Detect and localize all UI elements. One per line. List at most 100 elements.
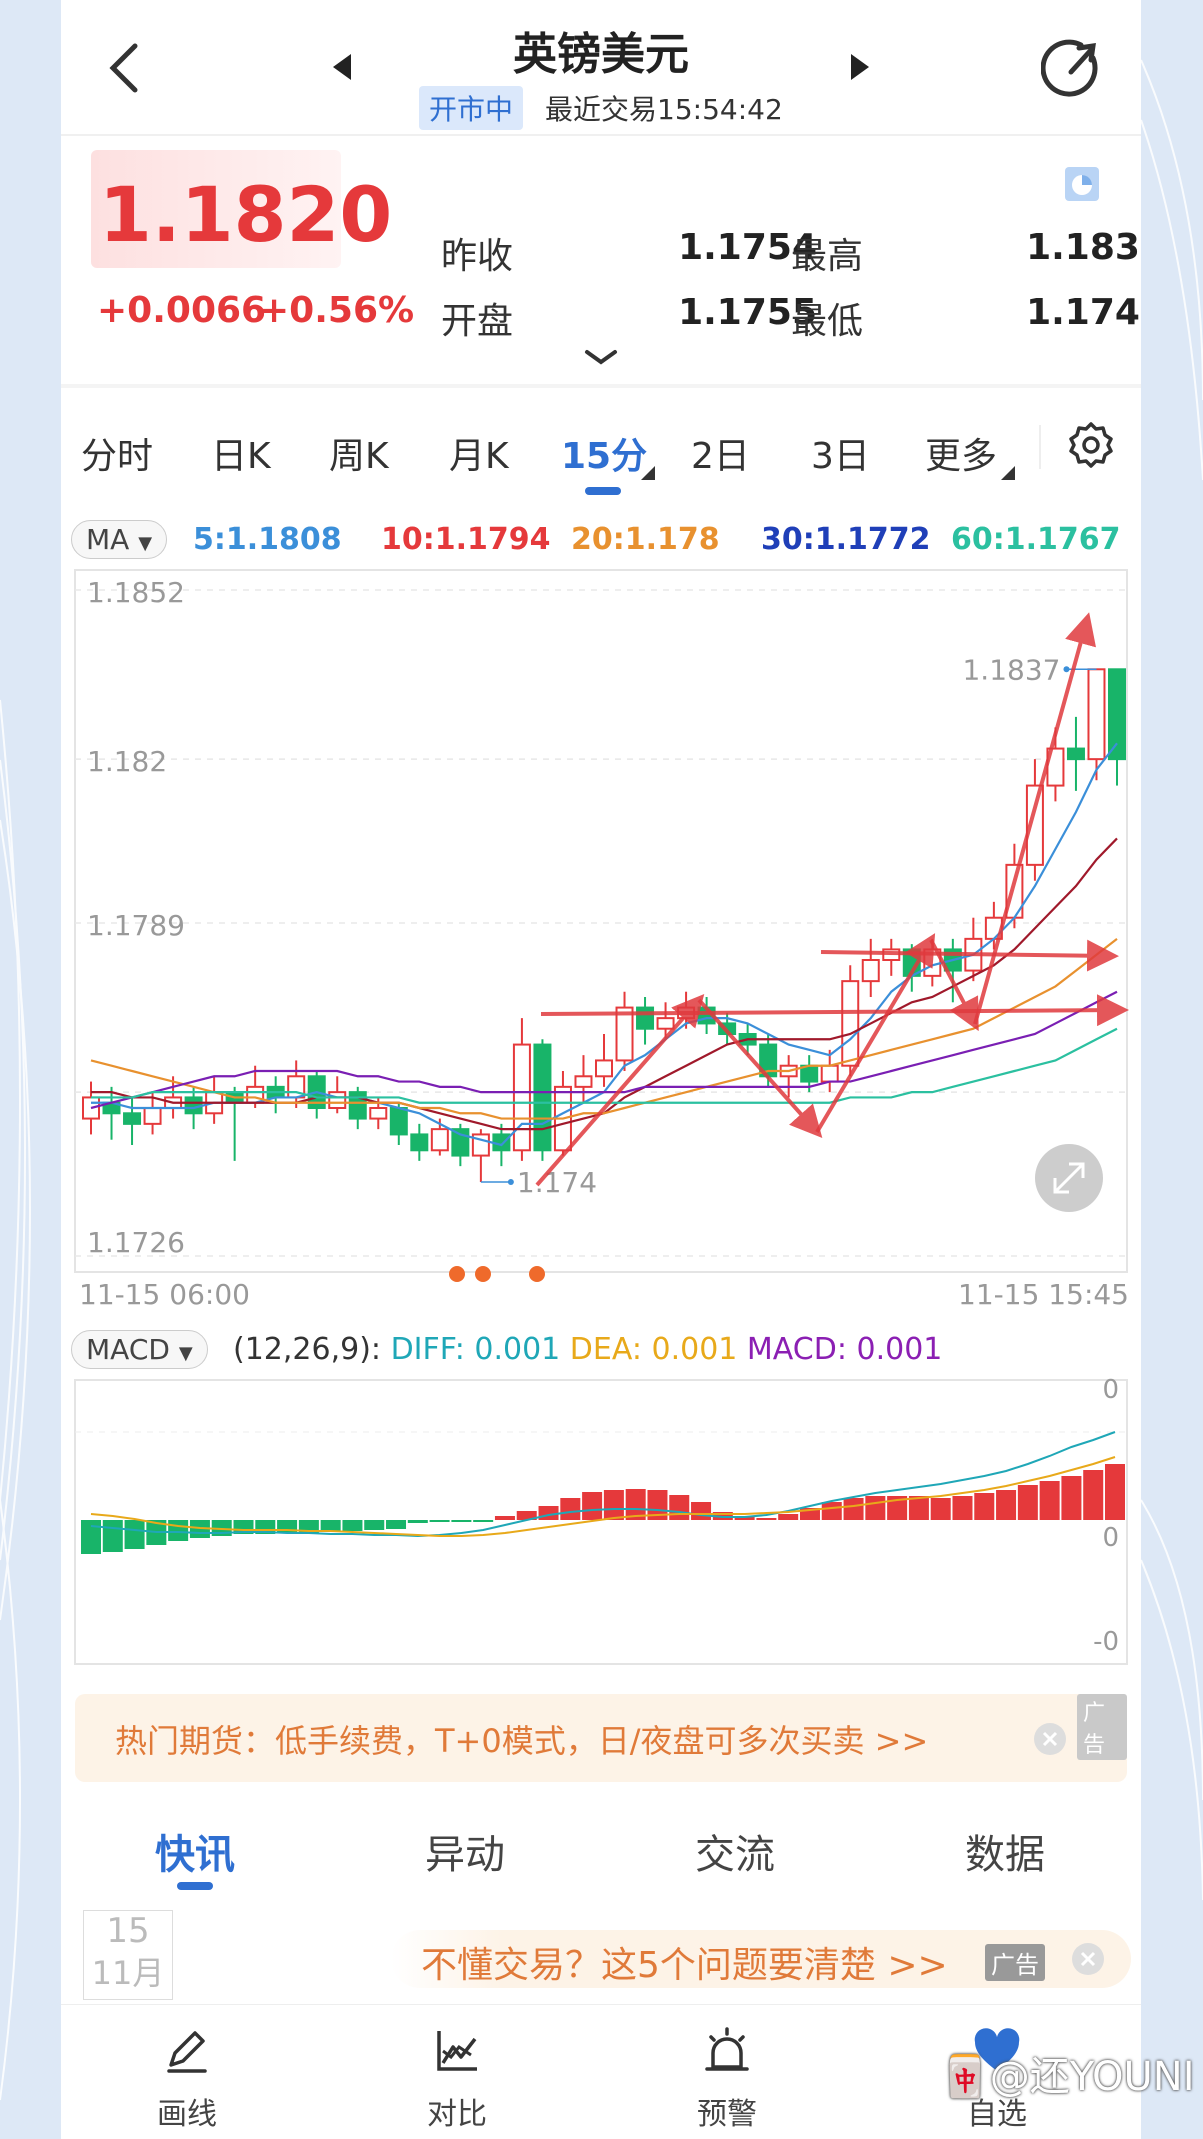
ma-selector-label: MA — [86, 523, 130, 556]
candle-body — [861, 959, 880, 983]
tab-news-flash[interactable]: 快讯 — [155, 1822, 235, 1880]
high-label: 最高 — [791, 236, 864, 277]
macd-bar — [386, 1520, 407, 1529]
chevron-down-icon[interactable] — [583, 348, 619, 368]
macd-selector[interactable]: MACD ▼ — [71, 1330, 208, 1369]
tab-dropdown-icon — [641, 466, 655, 480]
macd-dea-value: DEA: 0.001 — [569, 1332, 738, 1367]
y-tick-label: 1.1726 — [87, 1226, 185, 1259]
pie-chart-icon[interactable] — [1064, 166, 1100, 202]
gear-icon[interactable] — [1067, 421, 1115, 469]
caret-down-icon: ▼ — [138, 533, 153, 554]
candle-body — [841, 980, 860, 1067]
ad-text: 不懂交易？这5个问题要清楚 >> — [421, 1945, 948, 1986]
ma-selector[interactable]: MA ▼ — [71, 520, 168, 559]
y-tick-label: 1.1789 — [87, 909, 185, 942]
macd-bar — [821, 1502, 842, 1520]
page-title: 英镑美元 — [513, 29, 689, 80]
caret-down-icon: ▼ — [178, 1343, 193, 1364]
prev-close-label: 昨收 — [441, 236, 514, 277]
high-price-label: 1.1837 — [962, 653, 1060, 686]
macd-bar — [429, 1520, 450, 1522]
tab-data[interactable]: 数据 — [965, 1822, 1045, 1880]
candle-body — [492, 1133, 511, 1152]
compare-button[interactable]: 对比 — [387, 2025, 527, 2133]
close-icon[interactable] — [1033, 1722, 1067, 1756]
macd-tick-label: -0 — [1093, 1627, 1119, 1657]
macd-bar — [1105, 1464, 1125, 1520]
market-status-badge: 开市中 — [419, 86, 524, 130]
macd-tick-label: 0 — [1102, 1375, 1119, 1405]
ad-banner-trading-tips[interactable]: 不懂交易？这5个问题要清楚 >> 广告 — [391, 1930, 1131, 1988]
macd-bar — [168, 1520, 189, 1541]
ma5-value: 5:1.1808 — [193, 522, 342, 557]
high-value: 1.1837 — [1026, 227, 1141, 268]
next-symbol-icon[interactable] — [849, 52, 871, 82]
prev-symbol-icon[interactable] — [331, 52, 353, 82]
news-date-month: 11月 — [91, 1954, 165, 1992]
close-icon[interactable] — [1071, 1942, 1105, 1976]
current-price: 1.1820 — [99, 170, 393, 259]
tab-monthly-k[interactable]: 月K — [449, 427, 509, 479]
draw-line-button[interactable]: 画线 — [117, 2025, 257, 2133]
tab-3day[interactable]: 3日 — [811, 427, 870, 479]
low-marker-dot — [507, 1179, 514, 1185]
open-label: 开盘 — [441, 301, 514, 342]
macd-bar — [1017, 1485, 1038, 1520]
macd-bar — [1061, 1476, 1082, 1520]
candle-body — [143, 1107, 162, 1125]
y-tick-label: 1.182 — [87, 745, 167, 778]
tab-2day[interactable]: 2日 — [691, 427, 750, 479]
tab-weekly-k[interactable]: 周K — [329, 427, 389, 479]
macd-bar — [1083, 1470, 1104, 1520]
macd-bar — [1039, 1481, 1060, 1520]
divider — [61, 384, 1141, 388]
ad-banner-futures[interactable]: 热门期货：低手续费，T+0模式，日/夜盘可多次买卖 >> 广告 — [75, 1694, 1127, 1782]
price-change: +0.0066 — [97, 290, 267, 331]
x-axis-end-label: 11-15 15:45 — [958, 1278, 1129, 1311]
macd-selector-label: MACD — [86, 1333, 170, 1366]
macd-bar — [582, 1492, 603, 1520]
tab-intraday[interactable]: 分时 — [81, 427, 153, 479]
refresh-icon[interactable] — [1041, 36, 1107, 102]
candle-body — [1087, 668, 1106, 761]
macd-bar — [669, 1495, 690, 1520]
divider — [61, 134, 1141, 136]
macd-bar — [756, 1518, 777, 1520]
ad-tag: 广告 — [1077, 1694, 1127, 1760]
macd-bar — [778, 1514, 799, 1520]
last-trade-time: 最近交易15:54:42 — [545, 93, 783, 126]
low-value: 1.1740 — [1026, 292, 1141, 333]
low-price-label: 1.174 — [517, 1166, 597, 1199]
candle-body — [348, 1091, 367, 1120]
macd-bar — [102, 1520, 123, 1552]
high-marker-dot — [1063, 666, 1070, 673]
y-tick-label: 1.1852 — [87, 576, 185, 609]
candlestick-chart[interactable]: 1.1852 1.182 1.1789 1.1726 1.1837 1.174 11-15 … — [61, 560, 1141, 1380]
tab-more[interactable]: 更多 — [925, 427, 997, 479]
alert-button[interactable]: 预警 — [657, 2025, 797, 2133]
back-arrow-icon[interactable] — [101, 40, 151, 96]
draw-line-label: 画线 — [157, 2097, 217, 2132]
macd-bar — [538, 1506, 559, 1520]
candle-body — [636, 1006, 655, 1030]
macd-tick-label: 0 — [1102, 1523, 1119, 1553]
macd-legend: (12,26,9): DIFF: 0.001 DEA: 0.001 MACD: … — [233, 1332, 942, 1367]
tab-movement[interactable]: 异动 — [425, 1822, 505, 1880]
macd-hist-value: MACD: 0.001 — [746, 1332, 943, 1367]
macd-chart[interactable]: 0 0 -0 — [61, 1370, 1141, 1670]
news-date-day: 15 — [106, 1911, 150, 1951]
candle-body — [615, 1006, 634, 1062]
header: 英镑美元 开市中 最近交易15:54:42 — [61, 0, 1141, 135]
ma20-value: 20:1.178 — [571, 522, 720, 557]
ma10-value: 10:1.1794 — [381, 522, 551, 557]
macd-bar — [560, 1498, 581, 1520]
divider — [1039, 425, 1041, 469]
tab-dropdown-icon — [1001, 466, 1015, 480]
low-label: 最低 — [791, 301, 864, 342]
tab-daily-k[interactable]: 日K — [211, 427, 271, 479]
tab-15min[interactable]: 15分 — [561, 427, 647, 479]
tab-community[interactable]: 交流 — [695, 1822, 775, 1880]
alert-label: 预警 — [697, 2097, 757, 2132]
x-axis-start-label: 11-15 06:00 — [79, 1278, 250, 1311]
